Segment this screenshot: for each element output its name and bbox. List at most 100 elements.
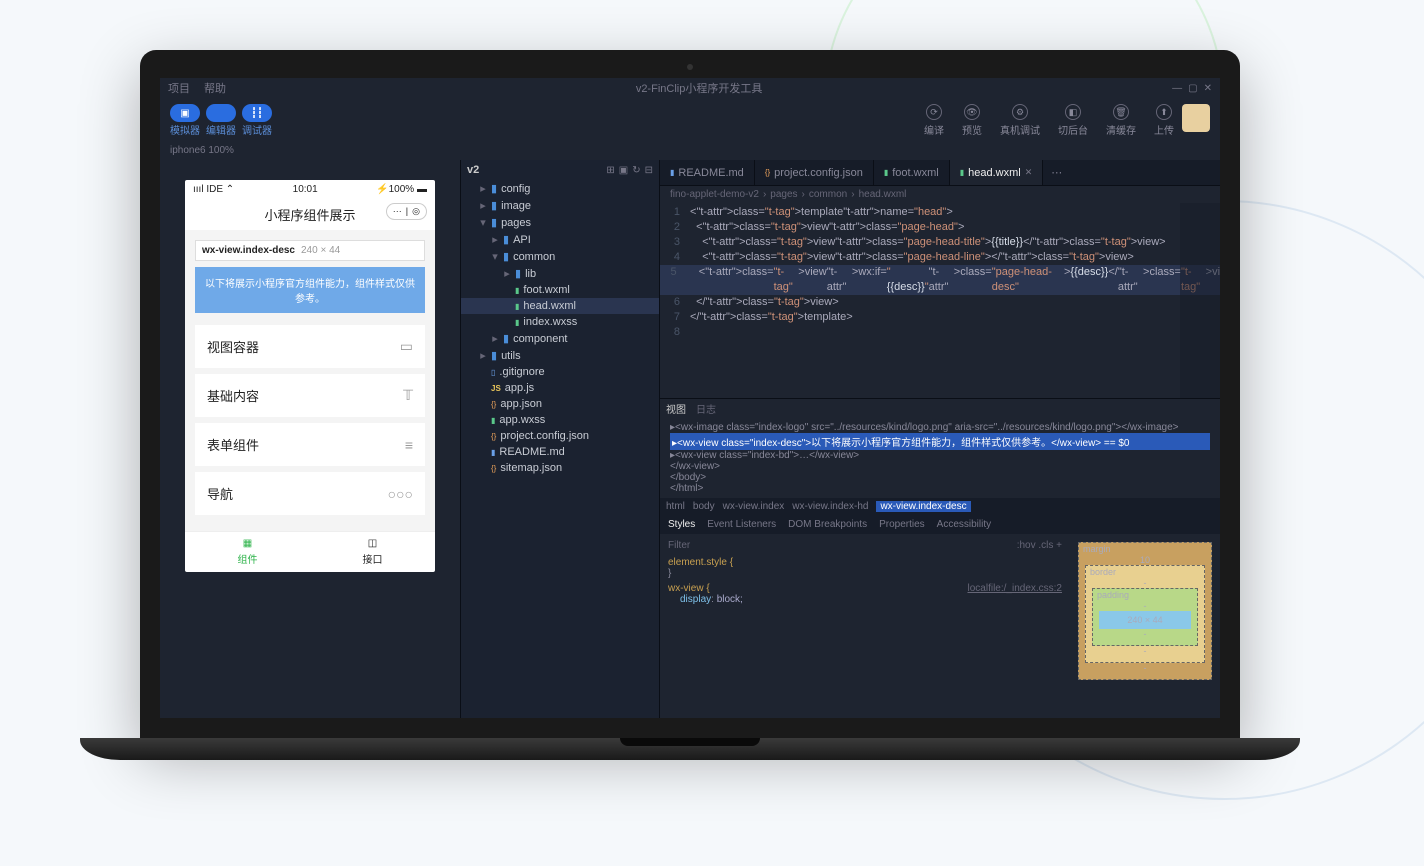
dom-crumb-4[interactable]: wx-view.index-desc [876,501,970,512]
minimap[interactable] [1180,203,1220,398]
ide-window: 项目 帮助 v2-FinClip小程序开发工具 — ▢ ✕ ▣模拟器编辑器┇┇调… [160,78,1220,718]
dom-crumb-3[interactable]: wx-view.index-hd [792,501,868,512]
tree-node-pages[interactable]: ▾▮pages [461,214,659,231]
project-root[interactable]: v2 [467,164,479,176]
sim-tab-0[interactable]: ▦组件 [185,532,310,572]
box-model[interactable]: margin 10 border - padding - 240 × 4 [1070,534,1220,718]
action-btn-5[interactable]: ⬆上传 [1154,104,1174,137]
dom-inspector[interactable]: ▸<wx-image class="index-logo" src="../re… [660,418,1220,498]
tree-node-component[interactable]: ▸▮component [461,330,659,347]
dom-node-0[interactable]: ▸<wx-image class="index-logo" src="../re… [670,422,1210,433]
dom-node-4[interactable]: </body> [670,472,1210,483]
tree-node-project.config.json[interactable]: {}project.config.json [461,428,659,444]
action-btn-3[interactable]: ◧切后台 [1058,104,1088,137]
refresh-icon[interactable]: ↻ [632,165,640,176]
tree-node-head.wxml[interactable]: ▮head.wxml [461,298,659,314]
action-btn-2[interactable]: ⚙真机调试 [1000,104,1040,137]
menu-project[interactable]: 项目 [168,80,190,96]
tree-node-sitemap.json[interactable]: {}sitemap.json [461,460,659,476]
dom-crumb-0[interactable]: html [666,501,685,512]
tree-node-image[interactable]: ▸▮image [461,197,659,214]
capsule-button[interactable]: ··· | ◎ [386,203,427,220]
device-info[interactable]: iphone6 100% [160,141,1220,160]
tree-node-index.wxss[interactable]: ▮index.wxss [461,314,659,330]
new-file-icon[interactable]: ⊞ [606,165,614,176]
highlighted-element[interactable]: 以下将展示小程序官方组件能力，组件样式仅供参考。 [195,267,425,313]
tree-node-utils[interactable]: ▸▮utils [461,347,659,364]
sim-menu-3[interactable]: 导航○○○ [195,472,425,515]
dom-breadcrumbs[interactable]: html body wx-view.index wx-view.index-hd wx-… [660,498,1220,515]
tree-node-.gitignore[interactable]: ▯.gitignore [461,364,659,380]
dom-node-5[interactable]: </html> [670,483,1210,494]
filter-input[interactable]: Filter [668,540,690,551]
maximize-icon[interactable]: ▢ [1188,83,1197,94]
status-time: 10:01 [293,184,318,195]
camera-dot [687,64,693,70]
tree-node-config[interactable]: ▸▮config [461,180,659,197]
tree-node-foot.wxml[interactable]: ▮foot.wxml [461,282,659,298]
devtools-tab-view[interactable]: 视图 [666,401,686,416]
simulator-pane: ıııl IDE ⌃ 10:01 ⚡100% ▬ 小程序组件展示 ··· | ◎ [160,160,460,718]
menu-bar: 项目 帮助 [168,80,226,96]
capsule-more-icon[interactable]: ··· [393,206,402,217]
sim-menu-0[interactable]: 视图容器▭ [195,325,425,368]
phone-frame: ıııl IDE ⌃ 10:01 ⚡100% ▬ 小程序组件展示 ··· | ◎ [185,180,435,572]
minimize-icon[interactable]: — [1172,83,1182,94]
mode-btn-2[interactable]: ┇┇调试器 [242,104,272,137]
dom-node-3[interactable]: </wx-view> [670,461,1210,472]
mode-btn-0[interactable]: ▣模拟器 [170,104,200,137]
sim-tab-1[interactable]: ◫接口 [310,532,435,572]
styles-panel[interactable]: Filter :hov .cls + element.style {}</spa… [660,534,1070,718]
tree-node-API[interactable]: ▸▮API [461,231,659,248]
app-title: 小程序组件展示 [264,208,355,223]
laptop-frame: 项目 帮助 v2-FinClip小程序开发工具 — ▢ ✕ ▣模拟器编辑器┇┇调… [140,50,1240,760]
action-btn-0[interactable]: ⟳编译 [924,104,944,137]
dom-node-2[interactable]: ▸<wx-view class="index-bd">…</wx-view> [670,450,1210,461]
editor-tab-0[interactable]: ▮README.md [660,160,755,185]
window-title: v2-FinClip小程序开发工具 [226,80,1172,96]
tree-node-lib[interactable]: ▸▮lib [461,265,659,282]
devtools-subtab-4[interactable]: Accessibility [937,519,991,530]
devtools: 视图 日志 ▸<wx-image class="index-logo" src=… [660,398,1220,718]
action-btn-4[interactable]: 🗑清缓存 [1106,104,1136,137]
mode-btn-1[interactable]: 编辑器 [206,104,236,137]
dom-crumb-1[interactable]: body [693,501,715,512]
toolbar: ▣模拟器编辑器┇┇调试器 ⟳编译 👁预览 ⚙真机调试 ◧切后台 🗑清缓存 ⬆上传 [160,98,1220,141]
tree-node-app.wxss[interactable]: ▮app.wxss [461,412,659,428]
sim-menu-1[interactable]: 基础内容𝕋 [195,374,425,417]
sim-menu-2[interactable]: 表单组件≡ [195,423,425,466]
devtools-subtab-0[interactable]: Styles [668,519,695,530]
breadcrumbs[interactable]: fino-applet-demo-v2›pages›common›head.wx… [660,186,1220,203]
window-controls: — ▢ ✕ [1172,83,1212,94]
menu-help[interactable]: 帮助 [204,80,226,96]
titlebar: 项目 帮助 v2-FinClip小程序开发工具 — ▢ ✕ [160,78,1220,98]
dom-node-1[interactable]: ▸<wx-view class="index-desc">以下将展示小程序官方组… [670,433,1210,450]
devtools-tab-log[interactable]: 日志 [696,401,716,416]
tab-overflow-icon[interactable]: ⋯ [1043,160,1070,185]
editor-tab-1[interactable]: {}project.config.json [755,160,874,185]
close-tab-icon[interactable]: ✕ [1025,167,1033,178]
new-folder-icon[interactable]: ▣ [619,165,628,176]
tree-node-app.json[interactable]: {}app.json [461,396,659,412]
devtools-subtab-3[interactable]: Properties [879,519,925,530]
avatar[interactable] [1182,104,1210,132]
tree-node-app.js[interactable]: JSapp.js [461,380,659,396]
code-editor[interactable]: 1<"t-attr">class="t-tag">template "t-att… [660,203,1220,398]
editor-tab-3[interactable]: ▮head.wxml✕ [950,160,1044,185]
capsule-close-icon[interactable]: ◎ [412,206,420,217]
file-explorer: v2 ⊞ ▣ ↻ ⊟ ▸▮config▸▮image▾▮pages▸▮API▾▮… [460,160,660,718]
status-signal: ıııl IDE ⌃ [193,184,234,195]
tree-node-common[interactable]: ▾▮common [461,248,659,265]
dom-crumb-2[interactable]: wx-view.index [723,501,785,512]
collapse-icon[interactable]: ⊟ [645,165,653,176]
tree-node-README.md[interactable]: ▮README.md [461,444,659,460]
status-battery: ⚡100% ▬ [376,184,427,195]
devtools-subtab-2[interactable]: DOM Breakpoints [788,519,867,530]
editor-tab-2[interactable]: ▮foot.wxml [874,160,950,185]
editor-pane: ▮README.md{}project.config.json▮foot.wxm… [660,160,1220,718]
devtools-subtab-1[interactable]: Event Listeners [707,519,776,530]
close-icon[interactable]: ✕ [1204,83,1212,94]
filter-controls[interactable]: :hov .cls + [1017,540,1062,551]
action-btn-1[interactable]: 👁预览 [962,104,982,137]
inspect-tooltip: wx-view.index-desc 240 × 44 [195,240,425,261]
